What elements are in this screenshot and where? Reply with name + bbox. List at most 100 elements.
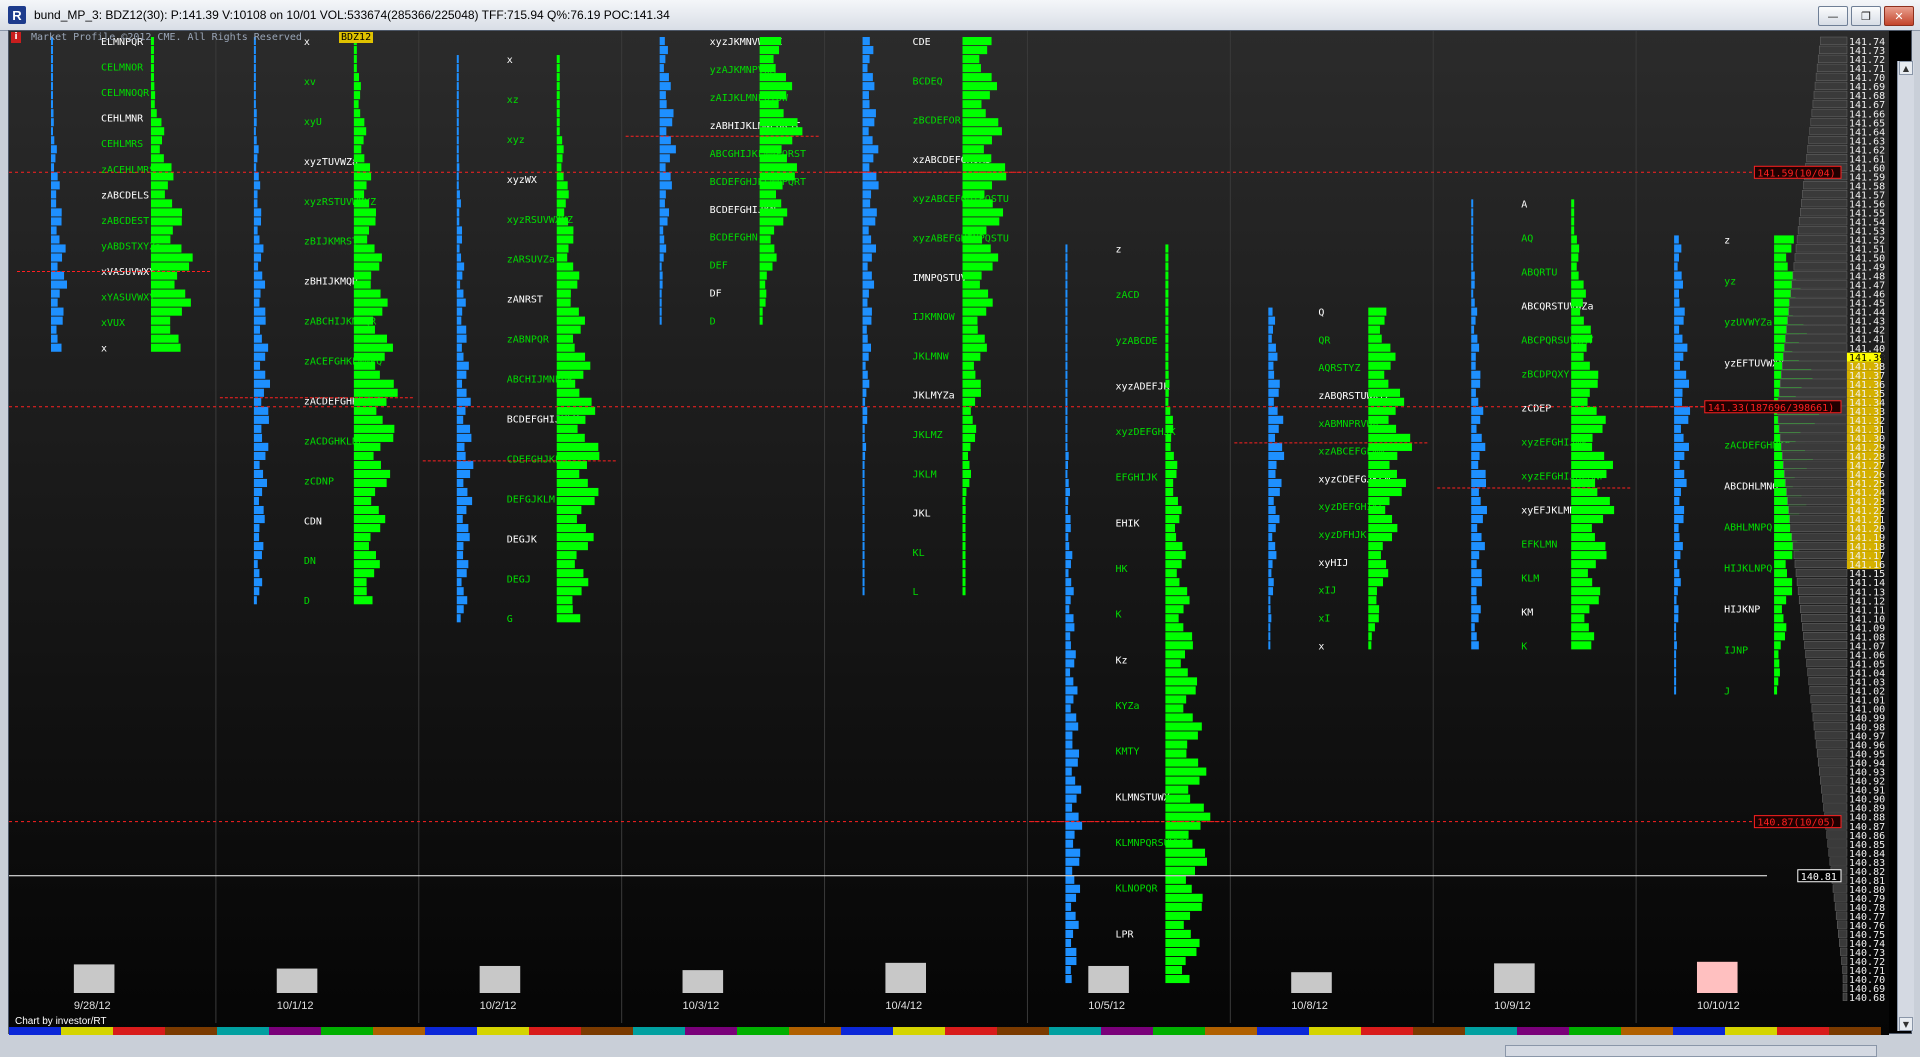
tpo-letters: BCDEFGHN bbox=[710, 233, 758, 244]
tpo-bar-overnight bbox=[51, 100, 53, 109]
tpo-bar-day bbox=[1368, 451, 1398, 460]
composite-bar bbox=[1784, 469, 1848, 478]
composite-bar bbox=[1811, 108, 1848, 118]
time-color-segment bbox=[1413, 1027, 1465, 1035]
tpo-bar-day bbox=[556, 614, 581, 623]
composite-bar bbox=[1794, 559, 1848, 569]
info-icon[interactable]: i bbox=[11, 32, 21, 43]
tpo-bar-day bbox=[1368, 605, 1380, 614]
tpo-bar-overnight bbox=[456, 605, 464, 614]
tpo-letters: HIJKLNPQ bbox=[1724, 563, 1772, 574]
tpo-bar-day bbox=[556, 262, 574, 271]
tpo-bar-overnight bbox=[862, 505, 865, 515]
scroll-down-icon[interactable]: ▼ bbox=[1899, 1017, 1913, 1031]
tpo-bar-day bbox=[556, 388, 580, 397]
vertical-scrollbar[interactable]: ▲ ▼ bbox=[1897, 61, 1914, 1031]
tpo-bar-overnight bbox=[1674, 677, 1677, 686]
tpo-bar-day bbox=[962, 82, 998, 91]
composite-bar bbox=[1832, 884, 1848, 893]
tpo-bar-overnight bbox=[253, 460, 260, 470]
tpo-bar-overnight bbox=[1065, 713, 1077, 722]
tpo-bar-overnight bbox=[1268, 587, 1274, 596]
tpo-bar-day bbox=[962, 551, 966, 560]
tpo-bar-day bbox=[759, 226, 775, 235]
minimize-button[interactable]: — bbox=[1818, 6, 1848, 26]
tpo-bar-day bbox=[556, 469, 580, 479]
tpo-bar-day bbox=[1774, 605, 1782, 614]
tpo-bar-overnight bbox=[1471, 560, 1477, 569]
tpo-letters: xyzABEFGHINPQSTU bbox=[913, 233, 1009, 244]
composite-bar bbox=[1809, 126, 1848, 136]
tpo-bar-overnight bbox=[862, 433, 865, 442]
scroll-up-icon[interactable]: ▲ bbox=[1899, 61, 1913, 75]
tpo-bar-day bbox=[1165, 415, 1173, 424]
tpo-bar-overnight bbox=[1065, 830, 1075, 839]
tpo-bar-day bbox=[1165, 244, 1169, 253]
tpo-bar-overnight bbox=[659, 109, 674, 118]
tpo-bar-day bbox=[1571, 442, 1593, 451]
tpo-bar-overnight bbox=[253, 533, 260, 542]
composite-bar bbox=[1802, 622, 1848, 632]
tpo-bar-overnight bbox=[659, 91, 666, 100]
tpo-bar-overnight bbox=[1471, 352, 1476, 361]
tpo-bar-overnight bbox=[456, 253, 462, 262]
tpo-bar-overnight bbox=[1471, 515, 1483, 524]
tpo-bar-overnight bbox=[1471, 641, 1479, 650]
tpo-bar-day bbox=[1165, 478, 1174, 488]
tpo-bar-day bbox=[556, 460, 587, 470]
composite-bar bbox=[1791, 532, 1848, 541]
tpo-bar-overnight bbox=[253, 478, 268, 488]
tpo-bar-overnight bbox=[1674, 542, 1683, 551]
tpo-bar-overnight bbox=[862, 280, 875, 289]
tpo-bar-day bbox=[353, 478, 387, 488]
tpo-letters: HIJKNP bbox=[1724, 604, 1760, 615]
tpo-bar-day bbox=[962, 280, 980, 289]
tpo-bar-day bbox=[150, 46, 154, 55]
tpo-bar-day bbox=[1571, 469, 1607, 479]
tpo-bar-overnight bbox=[1674, 496, 1680, 506]
tpo-bar-day bbox=[962, 262, 993, 271]
composite-bar bbox=[1839, 938, 1848, 947]
tpo-bar-overnight bbox=[1268, 632, 1271, 641]
composite-bar bbox=[1792, 271, 1848, 280]
composite-bar bbox=[1779, 433, 1848, 442]
composite-bar bbox=[1813, 722, 1848, 731]
tpo-bar-overnight bbox=[456, 91, 459, 100]
tpo-bar-overnight bbox=[51, 199, 57, 208]
tpo-bar-day bbox=[1368, 596, 1377, 605]
market-profile-chart[interactable]: ELMNPQRCELMNORCELMNOQRCEHLMNRCEHLMRSzACE… bbox=[9, 31, 1889, 1035]
volume-bar bbox=[682, 970, 724, 993]
tpo-bar-overnight bbox=[253, 379, 271, 388]
maximize-button[interactable]: ❐ bbox=[1851, 6, 1881, 26]
tpo-bar-overnight bbox=[862, 100, 870, 109]
tpo-bar-day bbox=[150, 325, 171, 334]
tpo-bar-day bbox=[1165, 956, 1186, 966]
tpo-bar-day bbox=[556, 253, 568, 262]
tpo-bar-day bbox=[556, 190, 569, 199]
tpo-bar-day bbox=[1368, 442, 1412, 451]
close-button[interactable]: ✕ bbox=[1884, 6, 1914, 26]
volume-bar bbox=[1291, 972, 1332, 993]
tpo-bar-overnight bbox=[253, 73, 256, 82]
tpo-bar-overnight bbox=[456, 307, 463, 316]
tpo-bar-day bbox=[1165, 442, 1171, 451]
tpo-bar-day bbox=[353, 82, 361, 91]
tpo-bar-overnight bbox=[1065, 605, 1070, 614]
tpo-bar-overnight bbox=[51, 118, 54, 127]
tpo-bar-day bbox=[556, 163, 562, 172]
composite-bar bbox=[1842, 974, 1848, 983]
tpo-bar-day bbox=[1165, 505, 1182, 515]
tpo-bar-day bbox=[353, 596, 373, 605]
horizontal-scrollbar[interactable] bbox=[1505, 1045, 1877, 1057]
tpo-bar-overnight bbox=[1674, 289, 1680, 298]
tpo-bar-day bbox=[962, 361, 974, 370]
tpo-bar-overnight bbox=[456, 190, 460, 199]
composite-bar bbox=[1816, 749, 1848, 758]
tpo-bar-overnight bbox=[862, 515, 865, 524]
tpo-bar-day bbox=[1165, 938, 1200, 948]
chart-area[interactable]: ELMNPQR CELMNOR CELMNOQR CEHLMNR CEHLMRS zACE… bbox=[8, 30, 1914, 1057]
tpo-bar-overnight bbox=[456, 73, 459, 82]
tpo-bar-overnight bbox=[253, 352, 266, 361]
tpo-bar-overnight bbox=[456, 82, 459, 91]
tpo-bar-overnight bbox=[1065, 704, 1071, 713]
